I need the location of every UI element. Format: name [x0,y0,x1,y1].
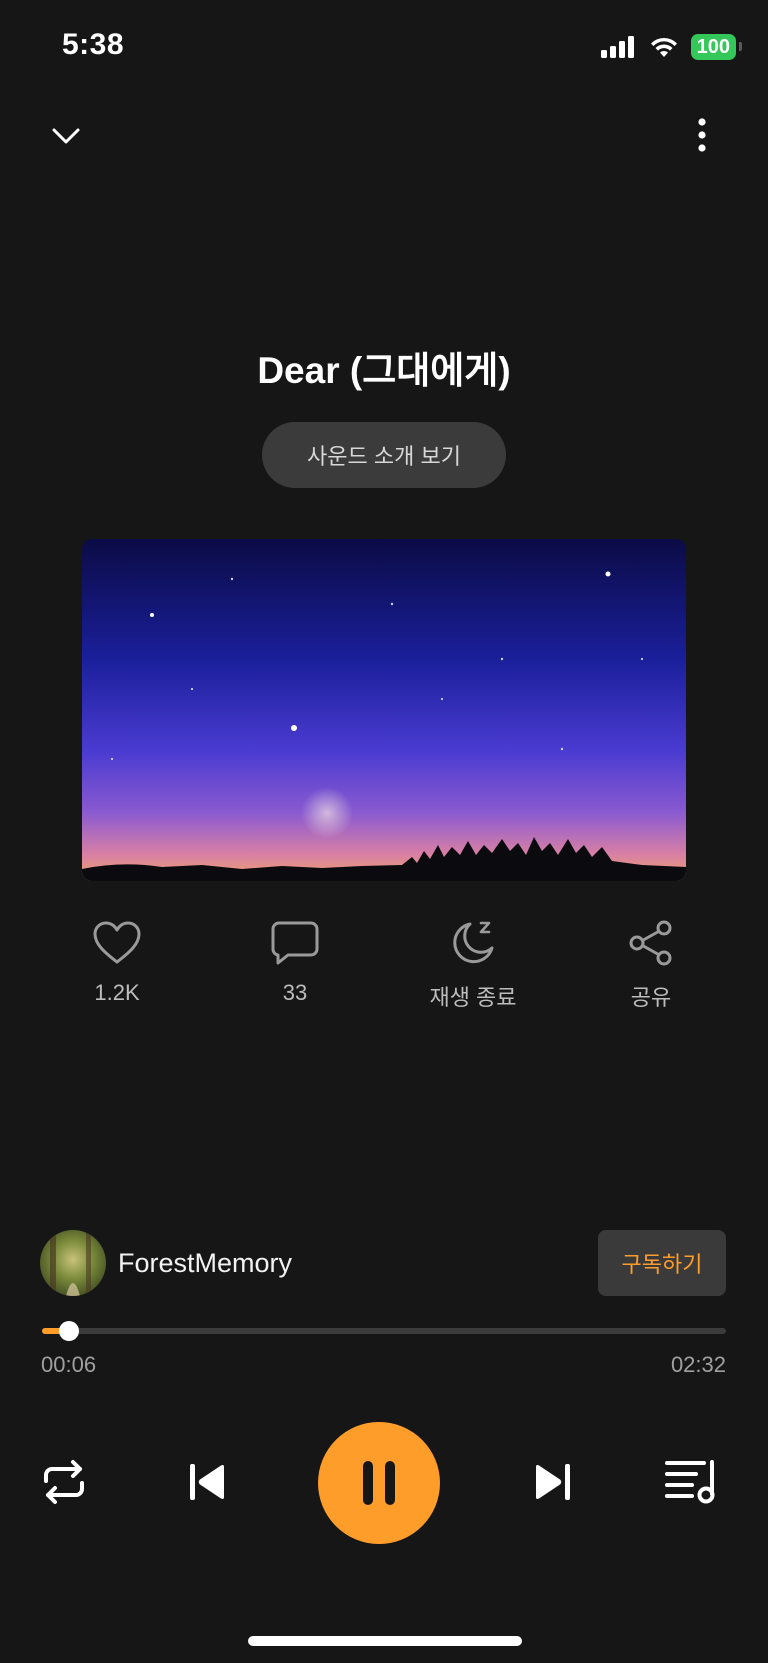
playback-controls [28,1420,740,1544]
comment-icon [271,921,319,965]
pause-button[interactable] [318,1422,440,1544]
status-time: 5:38 [62,28,125,61]
share-icon [629,920,672,966]
collapse-button[interactable] [44,114,88,158]
sleep-timer-button[interactable]: 재생 종료 [384,920,562,1012]
skip-next-icon [536,1464,570,1500]
current-time: 00:06 [41,1352,97,1377]
comment-button[interactable]: 33 [206,920,384,1012]
wifi-icon [650,37,677,57]
artwork-image [82,539,686,881]
like-count: 1.2K [94,980,140,1005]
signal-icon [600,36,634,58]
battery-icon: 100 [690,34,743,60]
previous-button[interactable] [184,1458,232,1506]
more-options-button[interactable] [682,112,722,158]
share-label: 공유 [630,985,672,1010]
avatar[interactable] [40,1230,106,1296]
creator-row[interactable]: ForestMemory [40,1230,292,1296]
skip-previous-icon [190,1464,224,1500]
avatar-image [40,1230,106,1296]
chevron-down-icon [52,128,80,144]
sleep-timer-icon [453,921,494,964]
track-artwork [82,539,686,881]
sound-intro-button[interactable]: 사운드 소개 보기 [262,422,506,488]
share-button[interactable]: 공유 [562,920,740,1012]
creator-name[interactable]: ForestMemory [118,1248,292,1279]
track-title: Dear (그대에게) [257,350,511,391]
repeat-button[interactable] [40,1458,88,1506]
more-vertical-icon [698,118,706,152]
playlist-icon [665,1460,715,1504]
next-button[interactable] [528,1458,576,1506]
playlist-button[interactable] [664,1456,718,1506]
action-row: 1.2K 33 재생 종료 공유 [28,920,740,1012]
pause-icon [363,1461,395,1505]
progress-slider[interactable] [42,1321,726,1341]
total-time: 02:32 [670,1352,726,1377]
heart-icon [93,921,141,964]
like-button[interactable]: 1.2K [28,920,206,1012]
comment-count: 33 [282,980,308,1005]
repeat-icon [44,1460,84,1504]
status-indicators: 100 [600,34,743,60]
sleep-timer-label: 재생 종료 [429,985,517,1010]
subscribe-button[interactable]: 구독하기 [598,1230,726,1296]
home-indicator [248,1636,522,1646]
progress-thumb[interactable] [59,1321,80,1341]
